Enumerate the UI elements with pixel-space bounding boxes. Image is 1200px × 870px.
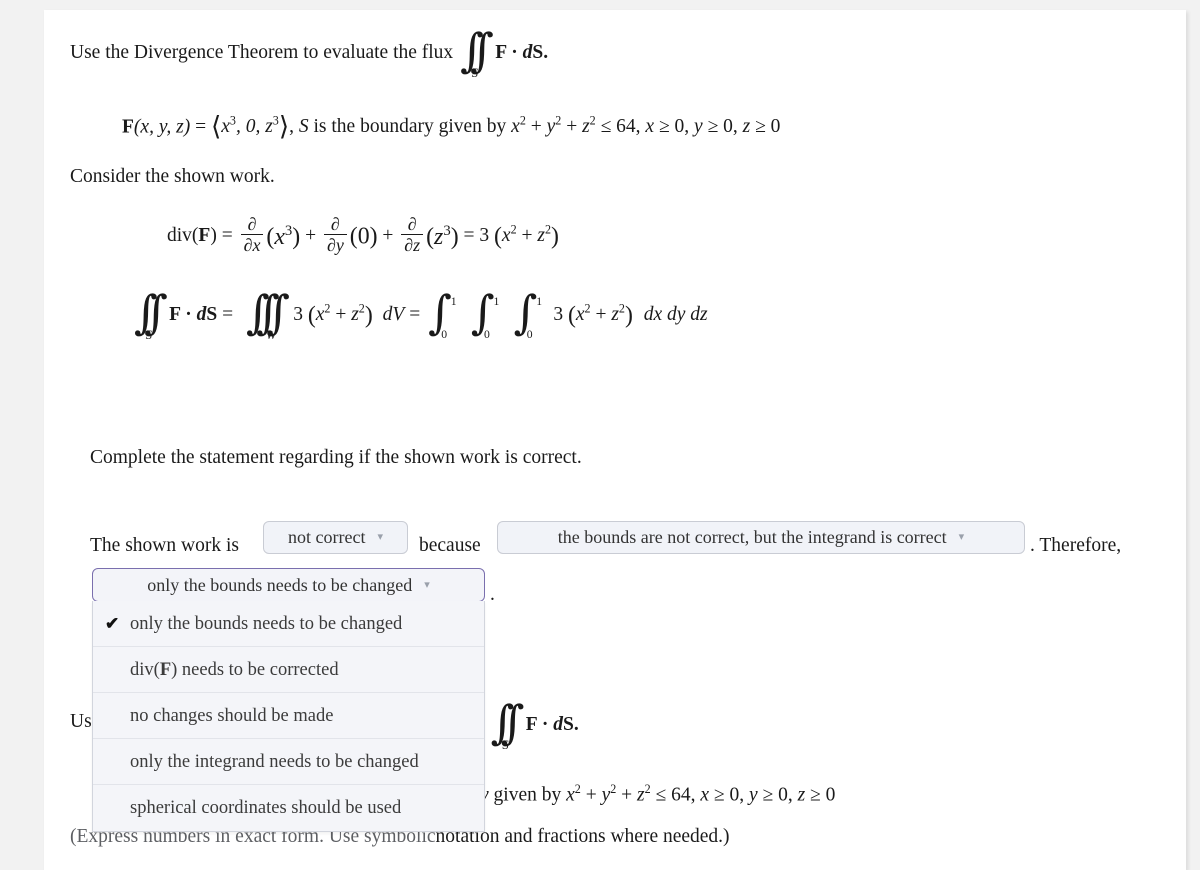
obscured-repeat-line1: Us: [70, 710, 92, 734]
statement-connector: because: [419, 535, 481, 556]
statement-lead: The shown work is: [90, 535, 239, 556]
flux-equals-1: =: [222, 304, 234, 326]
consider-line: Consider the shown work.: [70, 166, 275, 187]
dropdown-option-0[interactable]: ✔ only the bounds needs to be changed: [93, 601, 484, 647]
field-components: x3, 0, z3: [221, 113, 279, 138]
div-result: 3 (x2 + z2): [479, 222, 559, 250]
div-equals: =: [221, 225, 233, 247]
plus-1: +: [305, 225, 317, 247]
change-needed-value: only the bounds needs to be changed: [147, 575, 413, 595]
work-correctness-value: not correct: [288, 527, 366, 547]
final-integrand: 3 (x2 + z2): [553, 301, 633, 329]
obscured-double-integral-symbol: ∫∫ S: [490, 695, 525, 752]
dropdown-option-2[interactable]: no changes should be made: [93, 693, 484, 739]
obscured-integral-body: F · dS.: [525, 713, 579, 735]
statement-tail: . Therefore,: [1030, 535, 1122, 556]
field-args: (x, y, z): [133, 116, 191, 138]
equals-sign: =: [195, 116, 207, 138]
dropdown-option-label: div(F) needs to be corrected: [130, 660, 339, 680]
boundary-text: , S is the boundary given by x2 + y2 + z…: [289, 113, 781, 138]
triple-integrand: 3 (x2 + z2): [293, 301, 373, 329]
div-term2-arg: (0): [349, 223, 378, 250]
dropdown-option-label: no changes should be made: [130, 706, 334, 726]
chevron-down-icon: ▾: [377, 531, 383, 543]
divergence-work-line: div(F) = ∂ ∂x (x3) + ∂ ∂y (0) + ∂ ∂z (z3) = 3 …: [167, 214, 559, 256]
chevron-down-icon: ▾: [958, 531, 965, 543]
integral-subscript: S: [471, 65, 479, 80]
reason-dropdown[interactable]: the bounds are not correct, but the inte…: [497, 521, 1025, 554]
dropdown-option-4[interactable]: spherical coordinates should be used: [93, 785, 484, 831]
field-definition-line: F(x, y, z) = ⟨x3, 0, z3⟩, S is the bound…: [122, 111, 780, 144]
complete-statement-line: Complete the statement regarding if the …: [90, 447, 582, 468]
div-equals-2: =: [463, 225, 475, 247]
div-term3-arg: (z3): [426, 222, 459, 250]
angle-open: ⟨: [210, 112, 222, 141]
triple-integral-symbol: ∫∫∫ W: [245, 285, 290, 342]
obscured-repeat-line2: y given by x2 + y2 + z2 ≤ 64, x ≥ 0, y ≥…: [480, 782, 836, 806]
field-label: F: [122, 116, 134, 138]
flux-lhs: F · dS: [169, 304, 218, 326]
plus-2: +: [382, 225, 394, 247]
statement-period: .: [490, 584, 495, 605]
flux-work-line: ∫∫ S F · dS = ∫∫∫ W 3 (x2 + z2) dV = ∫ 1 0…: [132, 285, 708, 342]
dV-label: dV: [382, 304, 405, 326]
dropdown-option-3[interactable]: only the integrand needs to be changed: [93, 739, 484, 785]
surface-integral-subscript: S: [145, 327, 152, 342]
check-icon: ✔: [105, 614, 120, 633]
partial-z-fraction: ∂ ∂z: [401, 214, 424, 256]
double-integral-symbol: ∫∫ S: [460, 23, 494, 80]
dropdown-option-1[interactable]: div(F) needs to be corrected: [93, 647, 484, 693]
reason-value: the bounds are not correct, but the inte…: [557, 527, 947, 547]
prompt-integral-body: F · dS.: [495, 41, 549, 63]
angle-close: ⟩: [278, 112, 290, 141]
work-correctness-dropdown[interactable]: not correct ▾: [263, 521, 408, 554]
flux-equals-2: =: [409, 304, 421, 326]
integral-3: ∫ 1 0: [513, 285, 543, 341]
obscured-repeat-head: Us: [70, 711, 92, 732]
dropdown-option-label: only the integrand needs to be changed: [130, 752, 419, 772]
div-term1-arg: (x3): [266, 222, 301, 250]
partial-y-fraction: ∂ ∂y: [323, 214, 347, 256]
integral-2: ∫ 1 0: [470, 285, 500, 341]
surface-double-integral-symbol: ∫∫ S: [134, 285, 168, 342]
dropdown-option-label: only the bounds needs to be changed: [130, 614, 403, 634]
final-differentials: dx dy dz: [643, 304, 708, 326]
prompt-line: Use the Divergence Theorem to evaluate t…: [70, 23, 549, 80]
dropdown-option-label: spherical coordinates should be used: [130, 798, 402, 818]
obscured-repeat-line1-tail: x ∫∫ S F · dS.: [474, 695, 579, 752]
integral-1: ∫ 1 0: [428, 285, 457, 341]
change-needed-dropdown[interactable]: only the bounds needs to be changed ▾: [92, 568, 485, 602]
obscured-integral-subscript: S: [502, 737, 509, 752]
change-needed-dropdown-options[interactable]: ✔ only the bounds needs to be changed di…: [92, 601, 485, 832]
div-label: div(F): [167, 225, 217, 247]
partial-x-fraction: ∂ ∂x: [240, 214, 264, 256]
chevron-down-icon: ▾: [424, 579, 430, 591]
triple-integral-subscript: W: [266, 327, 277, 342]
prompt-lead-text: Use the Divergence Theorem to evaluate t…: [70, 41, 454, 63]
